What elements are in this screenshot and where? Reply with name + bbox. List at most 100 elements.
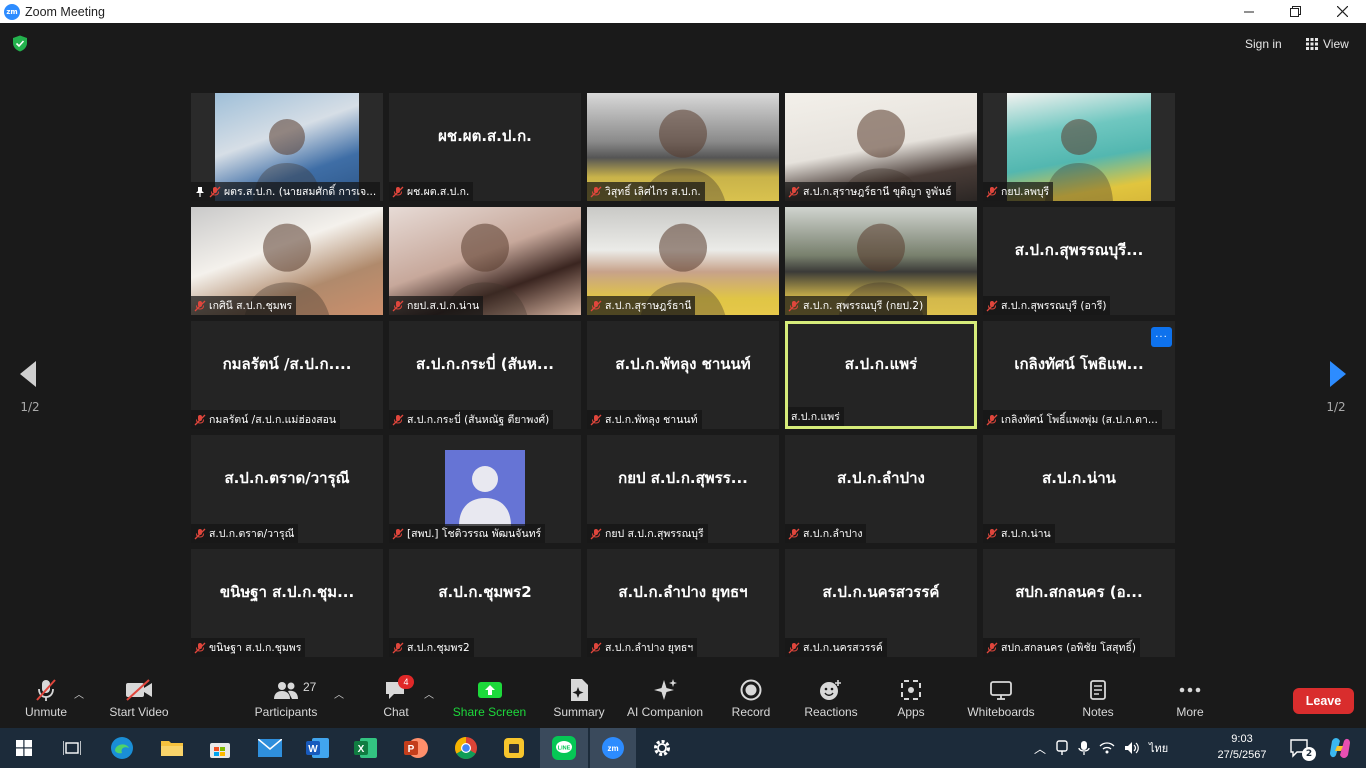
record-button[interactable]: Record	[728, 668, 774, 728]
taskbar-clock[interactable]: 9:03 27/5/2567	[1208, 731, 1276, 763]
participant-name-text: กยป.ลพบุรี	[1001, 186, 1050, 198]
participant-tile[interactable]: ส.ป.ก.ลำปาง ยุทธฯ ส.ป.ก.ลำปาง ยุทธฯ	[587, 549, 779, 657]
tray-meet-icon[interactable]	[1055, 740, 1069, 756]
taskbar-edge[interactable]	[102, 728, 142, 768]
participant-tile[interactable]: กมลรัตน์ /ส.ป.ก.... กมลรัตน์ /ส.ป.ก.แม่ฮ่…	[191, 321, 383, 429]
participant-tile[interactable]: ผช.ผต.ส.ป.ก. ผช.ผต.ส.ป.ก.	[389, 93, 581, 201]
participant-name-label: เกลิงทัศน์ โพธิ์แพงพุ่ม (ส.ป.ก.ตา...	[983, 410, 1162, 429]
minimize-button[interactable]	[1225, 0, 1272, 23]
tile-more-options-button[interactable]: ···	[1151, 327, 1172, 347]
participant-tile[interactable]: ส.ป.ก.แพร่ ส.ป.ก.แพร่	[785, 321, 977, 429]
participant-tile[interactable]: ส.ป.ก.สุราษฎร์ธานี	[587, 207, 779, 315]
participant-tile[interactable]: กยป.ส.ป.ก.น่าน	[389, 207, 581, 315]
notes-button[interactable]: Notes	[1078, 668, 1118, 728]
muted-mic-icon	[788, 186, 800, 197]
task-view-button[interactable]	[52, 728, 92, 768]
close-icon	[1337, 6, 1348, 17]
taskbar-settings[interactable]	[642, 728, 682, 768]
participants-options-caret[interactable]: ︿	[334, 686, 344, 701]
unmute-button[interactable]: Unmute	[18, 668, 74, 728]
chat-options-caret[interactable]: ︿	[424, 686, 434, 701]
muted-mic-icon	[392, 414, 404, 425]
participant-tile[interactable]: ส.ป.ก.สุพรรณบุรี... ส.ป.ก.สุพรรณบุรี (อาร…	[983, 207, 1175, 315]
participant-tile[interactable]: กยป ส.ป.ก.สุพรร... กยป ส.ป.ก.สุพรรณบุรี	[587, 435, 779, 543]
more-button[interactable]: More	[1170, 668, 1210, 728]
notification-center-button[interactable]: 2	[1280, 728, 1320, 768]
reactions-button[interactable]: Reactions	[802, 668, 860, 728]
muted-mic-icon	[194, 300, 206, 311]
participant-tile[interactable]: วิสุทธิ์ เลิศไกร ส.ป.ก.	[587, 93, 779, 201]
taskbar-mail[interactable]	[250, 728, 290, 768]
copilot-button[interactable]	[1320, 728, 1360, 768]
leave-button[interactable]: Leave	[1293, 688, 1354, 714]
participant-display-name: ส.ป.ก.น่าน	[1042, 469, 1116, 487]
windows-start-button[interactable]	[4, 728, 44, 768]
muted-mic-icon	[590, 414, 602, 425]
participant-name-text: ส.ป.ก.ตราด/วารุณี	[209, 528, 295, 540]
participant-tile[interactable]: ขนิษฐา ส.ป.ก.ชุม... ขนิษฐา ส.ป.ก.ชุมพร	[191, 549, 383, 657]
close-button[interactable]	[1319, 0, 1366, 23]
tray-microphone-icon[interactable]	[1078, 740, 1090, 756]
audio-options-caret[interactable]: ︿	[74, 686, 84, 701]
participant-tile[interactable]: ส.ป.ก.กระบี่ (สันห... ส.ป.ก.กระบี่ (สันหณ…	[389, 321, 581, 429]
participant-tile[interactable]: ส.ป.ก.ลำปาง ส.ป.ก.ลำปาง	[785, 435, 977, 543]
participant-tile[interactable]: ส.ป.ก.น่าน ส.ป.ก.น่าน	[983, 435, 1175, 543]
participant-name-label: ส.ป.ก.ลำปาง ยุทธฯ	[587, 638, 698, 657]
muted-mic-icon	[194, 414, 206, 425]
participant-tile[interactable]: [สพป.] โชติวรรณ พัฒนจันทร์	[389, 435, 581, 543]
participant-tile[interactable]: เกลิงทัศน์ โพธิแพ... ··· เกลิงทัศน์ โพธิ์แ…	[983, 321, 1175, 429]
participant-name-label: [สพป.] โชติวรรณ พัฒนจันทร์	[389, 524, 546, 543]
share-screen-button[interactable]: Share Screen	[452, 668, 527, 728]
participant-tile[interactable]: ส.ป.ก. สุพรรณบุรี (กยป.2)	[785, 207, 977, 315]
participants-count: 27	[303, 680, 317, 694]
participants-label: Participants	[254, 705, 318, 719]
tray-network-icon[interactable]	[1099, 741, 1115, 755]
taskbar-word[interactable]: W	[298, 728, 338, 768]
taskbar-powerpoint[interactable]: P	[396, 728, 436, 768]
prev-page-arrow-icon[interactable]	[18, 360, 38, 388]
taskbar-chrome[interactable]	[446, 728, 486, 768]
next-page-arrow-icon[interactable]	[1328, 360, 1348, 388]
svg-text:W: W	[308, 744, 318, 755]
participant-name-label: ส.ป.ก.ชุมพร2	[389, 638, 474, 657]
system-tray: ︿ ไทย	[1034, 728, 1168, 768]
taskbar-file-explorer[interactable]	[152, 728, 192, 768]
taskbar-zoom[interactable]: zm	[590, 728, 636, 768]
summary-button[interactable]: Summary	[550, 668, 608, 728]
participant-tile[interactable]: ผตร.ส.ป.ก. (นายสมศักดิ์ การเจ...	[191, 93, 383, 201]
participant-name-text: ผช.ผต.ส.ป.ก.	[407, 186, 470, 198]
clock-time: 9:03	[1231, 733, 1253, 745]
sign-in-button[interactable]: Sign in	[1238, 33, 1289, 55]
participant-tile[interactable]: ส.ป.ก.พัทลุง ชานนท์ ส.ป.ก.พัทลุง ชานนท์	[587, 321, 779, 429]
participant-name-text: ส.ป.ก.แพร่	[791, 411, 840, 423]
participant-tile[interactable]: เกศินี ส.ป.ก.ชุมพร	[191, 207, 383, 315]
participant-tile[interactable]: กยป.ลพบุรี	[983, 93, 1175, 201]
taskbar-line[interactable]: LINE	[540, 728, 588, 768]
participants-button[interactable]: 27 Participants	[252, 668, 320, 728]
restore-button[interactable]	[1272, 0, 1319, 23]
edge-icon	[111, 737, 133, 759]
input-language[interactable]: ไทย	[1149, 739, 1168, 757]
tray-expand-caret-icon[interactable]: ︿	[1034, 740, 1046, 757]
taskbar-store[interactable]	[200, 728, 240, 768]
start-video-button[interactable]: Start Video	[104, 668, 174, 728]
taskbar-excel[interactable]: X	[346, 728, 386, 768]
view-button[interactable]: View	[1300, 33, 1355, 55]
participant-tile[interactable]: ส.ป.ก.นครสวรรค์ ส.ป.ก.นครสวรรค์	[785, 549, 977, 657]
participant-name-label: ส.ป.ก.พัทลุง ชานนท์	[587, 410, 702, 429]
tray-volume-icon[interactable]	[1124, 741, 1140, 755]
ai-companion-button[interactable]: AI Companion	[624, 668, 706, 728]
participant-tile[interactable]: สปก.สกลนคร (อ... สปก.สกลนคร (อพิชัย โสสุท…	[983, 549, 1175, 657]
participant-tile[interactable]: ส.ป.ก.ชุมพร2 ส.ป.ก.ชุมพร2	[389, 549, 581, 657]
whiteboards-button[interactable]: Whiteboards	[964, 668, 1038, 728]
taskbar-sticky-app[interactable]	[494, 728, 534, 768]
participant-tile[interactable]: ส.ป.ก.ตราด/วารุณี ส.ป.ก.ตราด/วารุณี	[191, 435, 383, 543]
muted-mic-icon	[788, 300, 800, 311]
muted-mic-icon	[986, 528, 998, 539]
chat-button[interactable]: 4 Chat	[376, 668, 416, 728]
security-shield-icon[interactable]	[12, 35, 28, 52]
apps-button[interactable]: Apps	[892, 668, 930, 728]
participant-display-name: ส.ป.ก.นครสวรรค์	[822, 583, 940, 601]
chrome-icon	[455, 737, 477, 759]
participant-tile[interactable]: ส.ป.ก.สุราษฎร์ธานี ขุติญา จูพันธ์	[785, 93, 977, 201]
